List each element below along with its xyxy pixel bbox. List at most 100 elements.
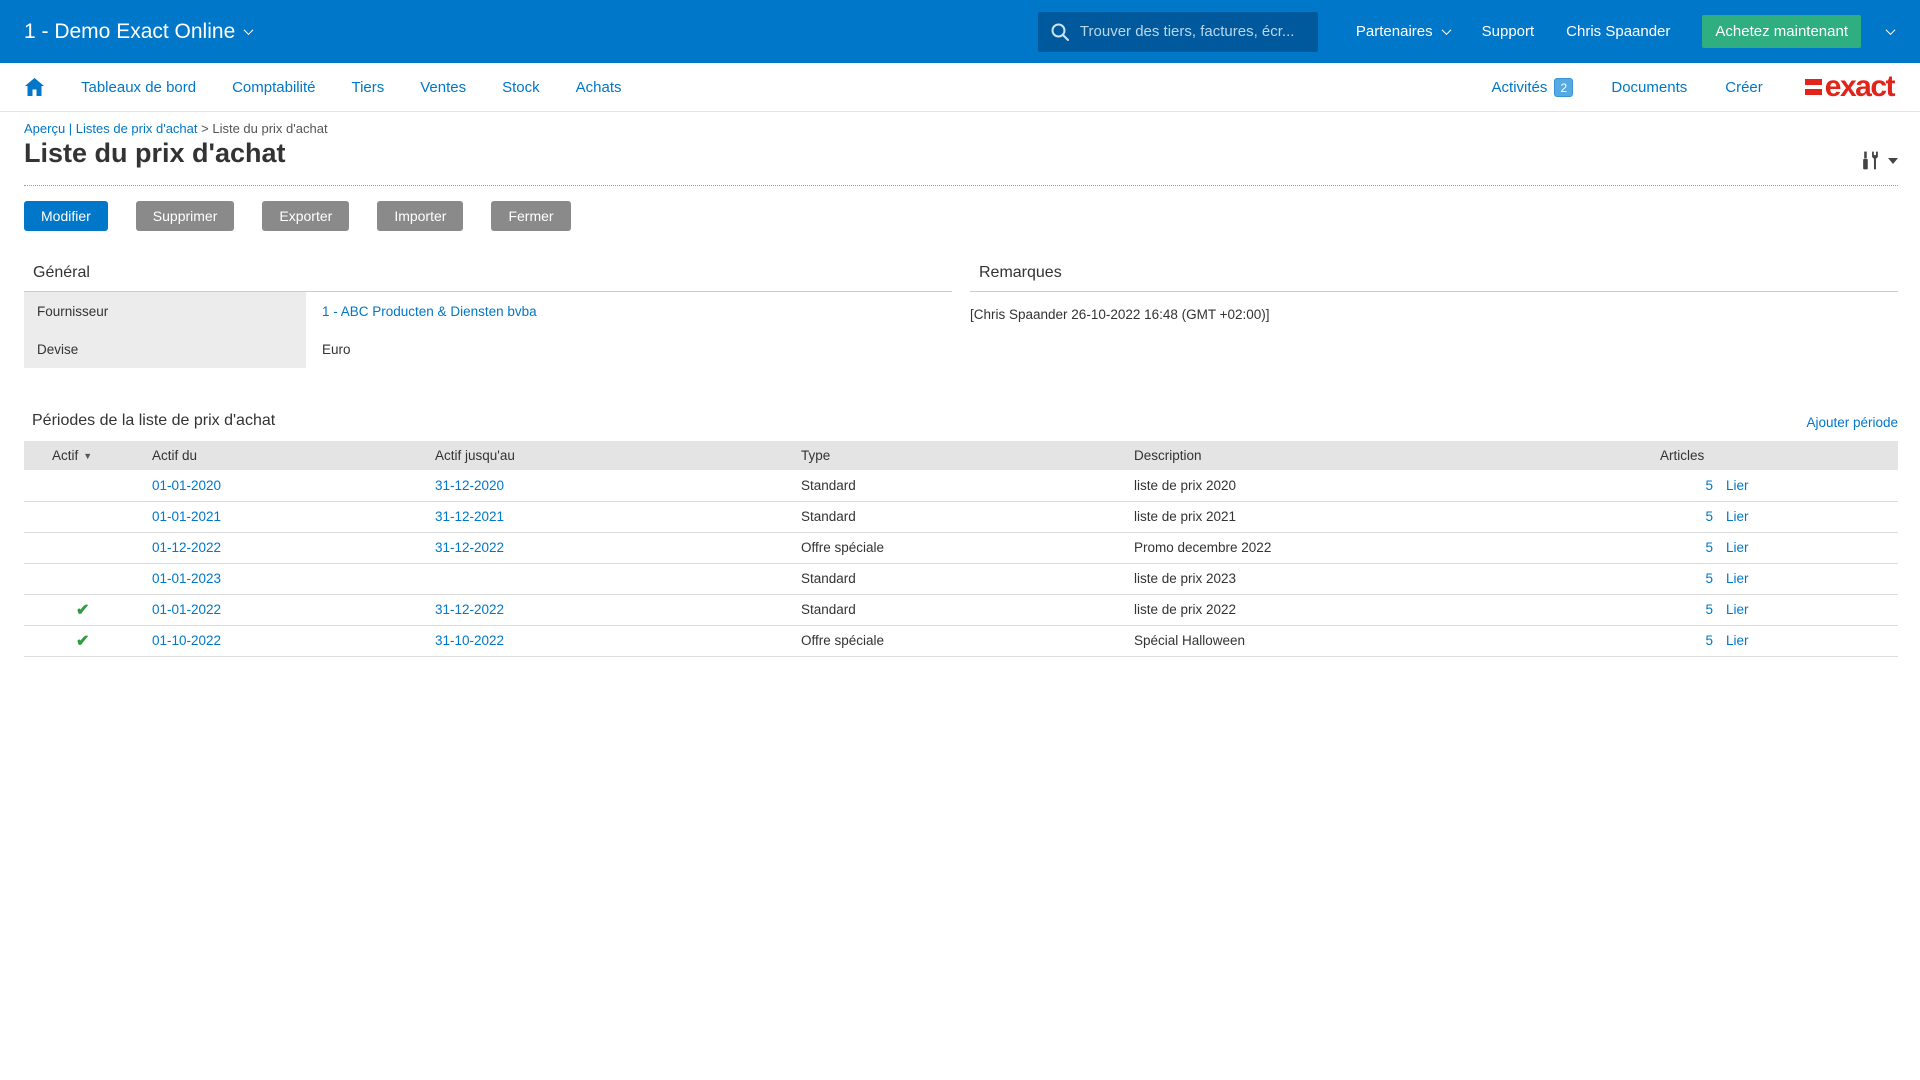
articles-count-link[interactable]: 5	[1699, 478, 1713, 493]
action-toolbar: Modifier Supprimer Exporter Importer Fer…	[24, 201, 1898, 231]
exporter-button[interactable]: Exporter	[262, 201, 349, 231]
articles-count-link[interactable]: 5	[1699, 509, 1713, 524]
period-to-link[interactable]: 31-10-2022	[435, 633, 504, 648]
nav-item-comptabilite[interactable]: Comptabilité	[232, 79, 315, 96]
breadcrumb-parent-link[interactable]: Aperçu | Listes de prix d'achat	[24, 121, 198, 136]
period-type: Standard	[778, 501, 1111, 532]
breadcrumb-separator: >	[198, 121, 213, 136]
column-header-type[interactable]: Type	[778, 441, 1111, 470]
remarks-section: Remarques [Chris Spaander 26-10-2022 16:…	[970, 264, 1898, 368]
period-to-link[interactable]: 31-12-2021	[435, 509, 504, 524]
nav-item-achats[interactable]: Achats	[576, 79, 622, 96]
main-nav-bar: Tableaux de bord Comptabilité Tiers Vent…	[0, 63, 1920, 112]
general-section: Général Fournisseur 1 - ABC Producten & …	[24, 264, 952, 368]
home-icon	[24, 77, 45, 97]
nav-item-tableaux-de-bord[interactable]: Tableaux de bord	[81, 79, 196, 96]
period-from-link[interactable]: 01-01-2021	[152, 509, 221, 524]
general-heading: Général	[24, 264, 952, 292]
nav-item-ventes[interactable]: Ventes	[420, 79, 466, 96]
fournisseur-value-link[interactable]: 1 - ABC Producten & Diensten bvba	[322, 304, 537, 319]
period-from-link[interactable]: 01-10-2022	[152, 633, 221, 648]
exact-logo: exact	[1805, 72, 1894, 102]
chevron-down-icon	[1441, 25, 1451, 35]
articles-count-link[interactable]: 5	[1699, 602, 1713, 617]
topbar-more-menu[interactable]	[1887, 28, 1894, 35]
devise-label: Devise	[24, 330, 306, 368]
period-description: liste de prix 2022	[1111, 594, 1637, 625]
top-bar: 1 - Demo Exact Online Partenaires Suppor…	[0, 0, 1920, 63]
supprimer-button[interactable]: Supprimer	[136, 201, 235, 231]
activities-link[interactable]: Activités2	[1492, 78, 1574, 97]
lier-link[interactable]: Lier	[1726, 540, 1749, 555]
articles-count-link[interactable]: 5	[1699, 571, 1713, 586]
create-link[interactable]: Créer	[1725, 79, 1763, 96]
nav-item-stock[interactable]: Stock	[502, 79, 540, 96]
page-title: Liste du prix d'achat	[24, 138, 285, 169]
articles-count-link[interactable]: 5	[1699, 633, 1713, 648]
column-header-articles[interactable]: Articles	[1637, 441, 1898, 470]
table-header-row: Actif▼ Actif du Actif jusqu'au Type Desc…	[24, 441, 1898, 470]
importer-button[interactable]: Importer	[377, 201, 463, 231]
period-description: liste de prix 2023	[1111, 563, 1637, 594]
column-header-actif[interactable]: Actif▼	[24, 441, 129, 470]
lier-link[interactable]: Lier	[1726, 633, 1749, 648]
tools-icon	[1860, 150, 1881, 171]
period-from-link[interactable]: 01-12-2022	[152, 540, 221, 555]
table-row: 01-01-2023 Standard liste de prix 2023 5…	[24, 563, 1898, 594]
nav-item-tiers[interactable]: Tiers	[351, 79, 384, 96]
fermer-button[interactable]: Fermer	[491, 201, 570, 231]
column-header-actif-jusquau[interactable]: Actif jusqu'au	[412, 441, 778, 470]
chevron-down-icon	[1886, 25, 1896, 35]
active-check-icon: ✔	[76, 633, 89, 650]
company-name: 1 - Demo Exact Online	[24, 20, 235, 44]
lier-link[interactable]: Lier	[1726, 602, 1749, 617]
period-type: Standard	[778, 594, 1111, 625]
remarks-text: [Chris Spaander 26-10-2022 16:48 (GMT +0…	[970, 307, 1898, 322]
title-separator	[24, 185, 1898, 186]
buy-now-button[interactable]: Achetez maintenant	[1702, 15, 1861, 48]
user-menu[interactable]: Chris Spaander	[1566, 23, 1670, 40]
lier-link[interactable]: Lier	[1726, 509, 1749, 524]
partners-menu[interactable]: Partenaires	[1356, 23, 1450, 40]
global-search[interactable]	[1038, 12, 1318, 52]
sort-desc-icon: ▼	[83, 451, 92, 461]
lier-link[interactable]: Lier	[1726, 478, 1749, 493]
documents-link[interactable]: Documents	[1611, 79, 1687, 96]
period-from-link[interactable]: 01-01-2023	[152, 571, 221, 586]
articles-count-link[interactable]: 5	[1699, 540, 1713, 555]
remarks-heading: Remarques	[970, 264, 1898, 292]
support-link[interactable]: Support	[1482, 23, 1535, 40]
lier-link[interactable]: Lier	[1726, 571, 1749, 586]
period-description: liste de prix 2021	[1111, 501, 1637, 532]
home-button[interactable]	[24, 77, 45, 97]
devise-value: Euro	[306, 330, 952, 368]
chevron-down-icon	[244, 25, 254, 35]
periods-heading: Périodes de la liste de prix d'achat	[24, 412, 275, 430]
period-type: Offre spéciale	[778, 625, 1111, 656]
table-row: ✔ 01-01-2022 31-12-2022 Standard liste d…	[24, 594, 1898, 625]
add-period-link[interactable]: Ajouter période	[1806, 415, 1898, 430]
column-header-actif-du[interactable]: Actif du	[129, 441, 412, 470]
period-to-link[interactable]: 31-12-2020	[435, 478, 504, 493]
search-input[interactable]	[1080, 23, 1306, 40]
period-type: Standard	[778, 470, 1111, 501]
table-row: 01-01-2021 31-12-2021 Standard liste de …	[24, 501, 1898, 532]
period-to-link[interactable]: 31-12-2022	[435, 602, 504, 617]
modifier-button[interactable]: Modifier	[24, 201, 108, 231]
activities-count-badge: 2	[1554, 78, 1573, 97]
search-icon[interactable]	[1050, 22, 1070, 42]
active-check-icon: ✔	[76, 602, 89, 619]
period-from-link[interactable]: 01-01-2022	[152, 602, 221, 617]
column-header-description[interactable]: Description	[1111, 441, 1637, 470]
breadcrumb: Aperçu | Listes de prix d'achat > Liste …	[24, 121, 1898, 136]
chevron-down-icon	[1888, 158, 1898, 164]
page-settings-menu[interactable]	[1860, 150, 1898, 171]
period-from-link[interactable]: 01-01-2020	[152, 478, 221, 493]
company-selector[interactable]: 1 - Demo Exact Online	[24, 20, 252, 44]
period-description: Promo decembre 2022	[1111, 532, 1637, 563]
breadcrumb-current: Liste du prix d'achat	[212, 121, 327, 136]
period-type: Offre spéciale	[778, 532, 1111, 563]
period-to-link[interactable]: 31-12-2022	[435, 540, 504, 555]
period-description: Spécial Halloween	[1111, 625, 1637, 656]
periods-table: Actif▼ Actif du Actif jusqu'au Type Desc…	[24, 441, 1898, 657]
